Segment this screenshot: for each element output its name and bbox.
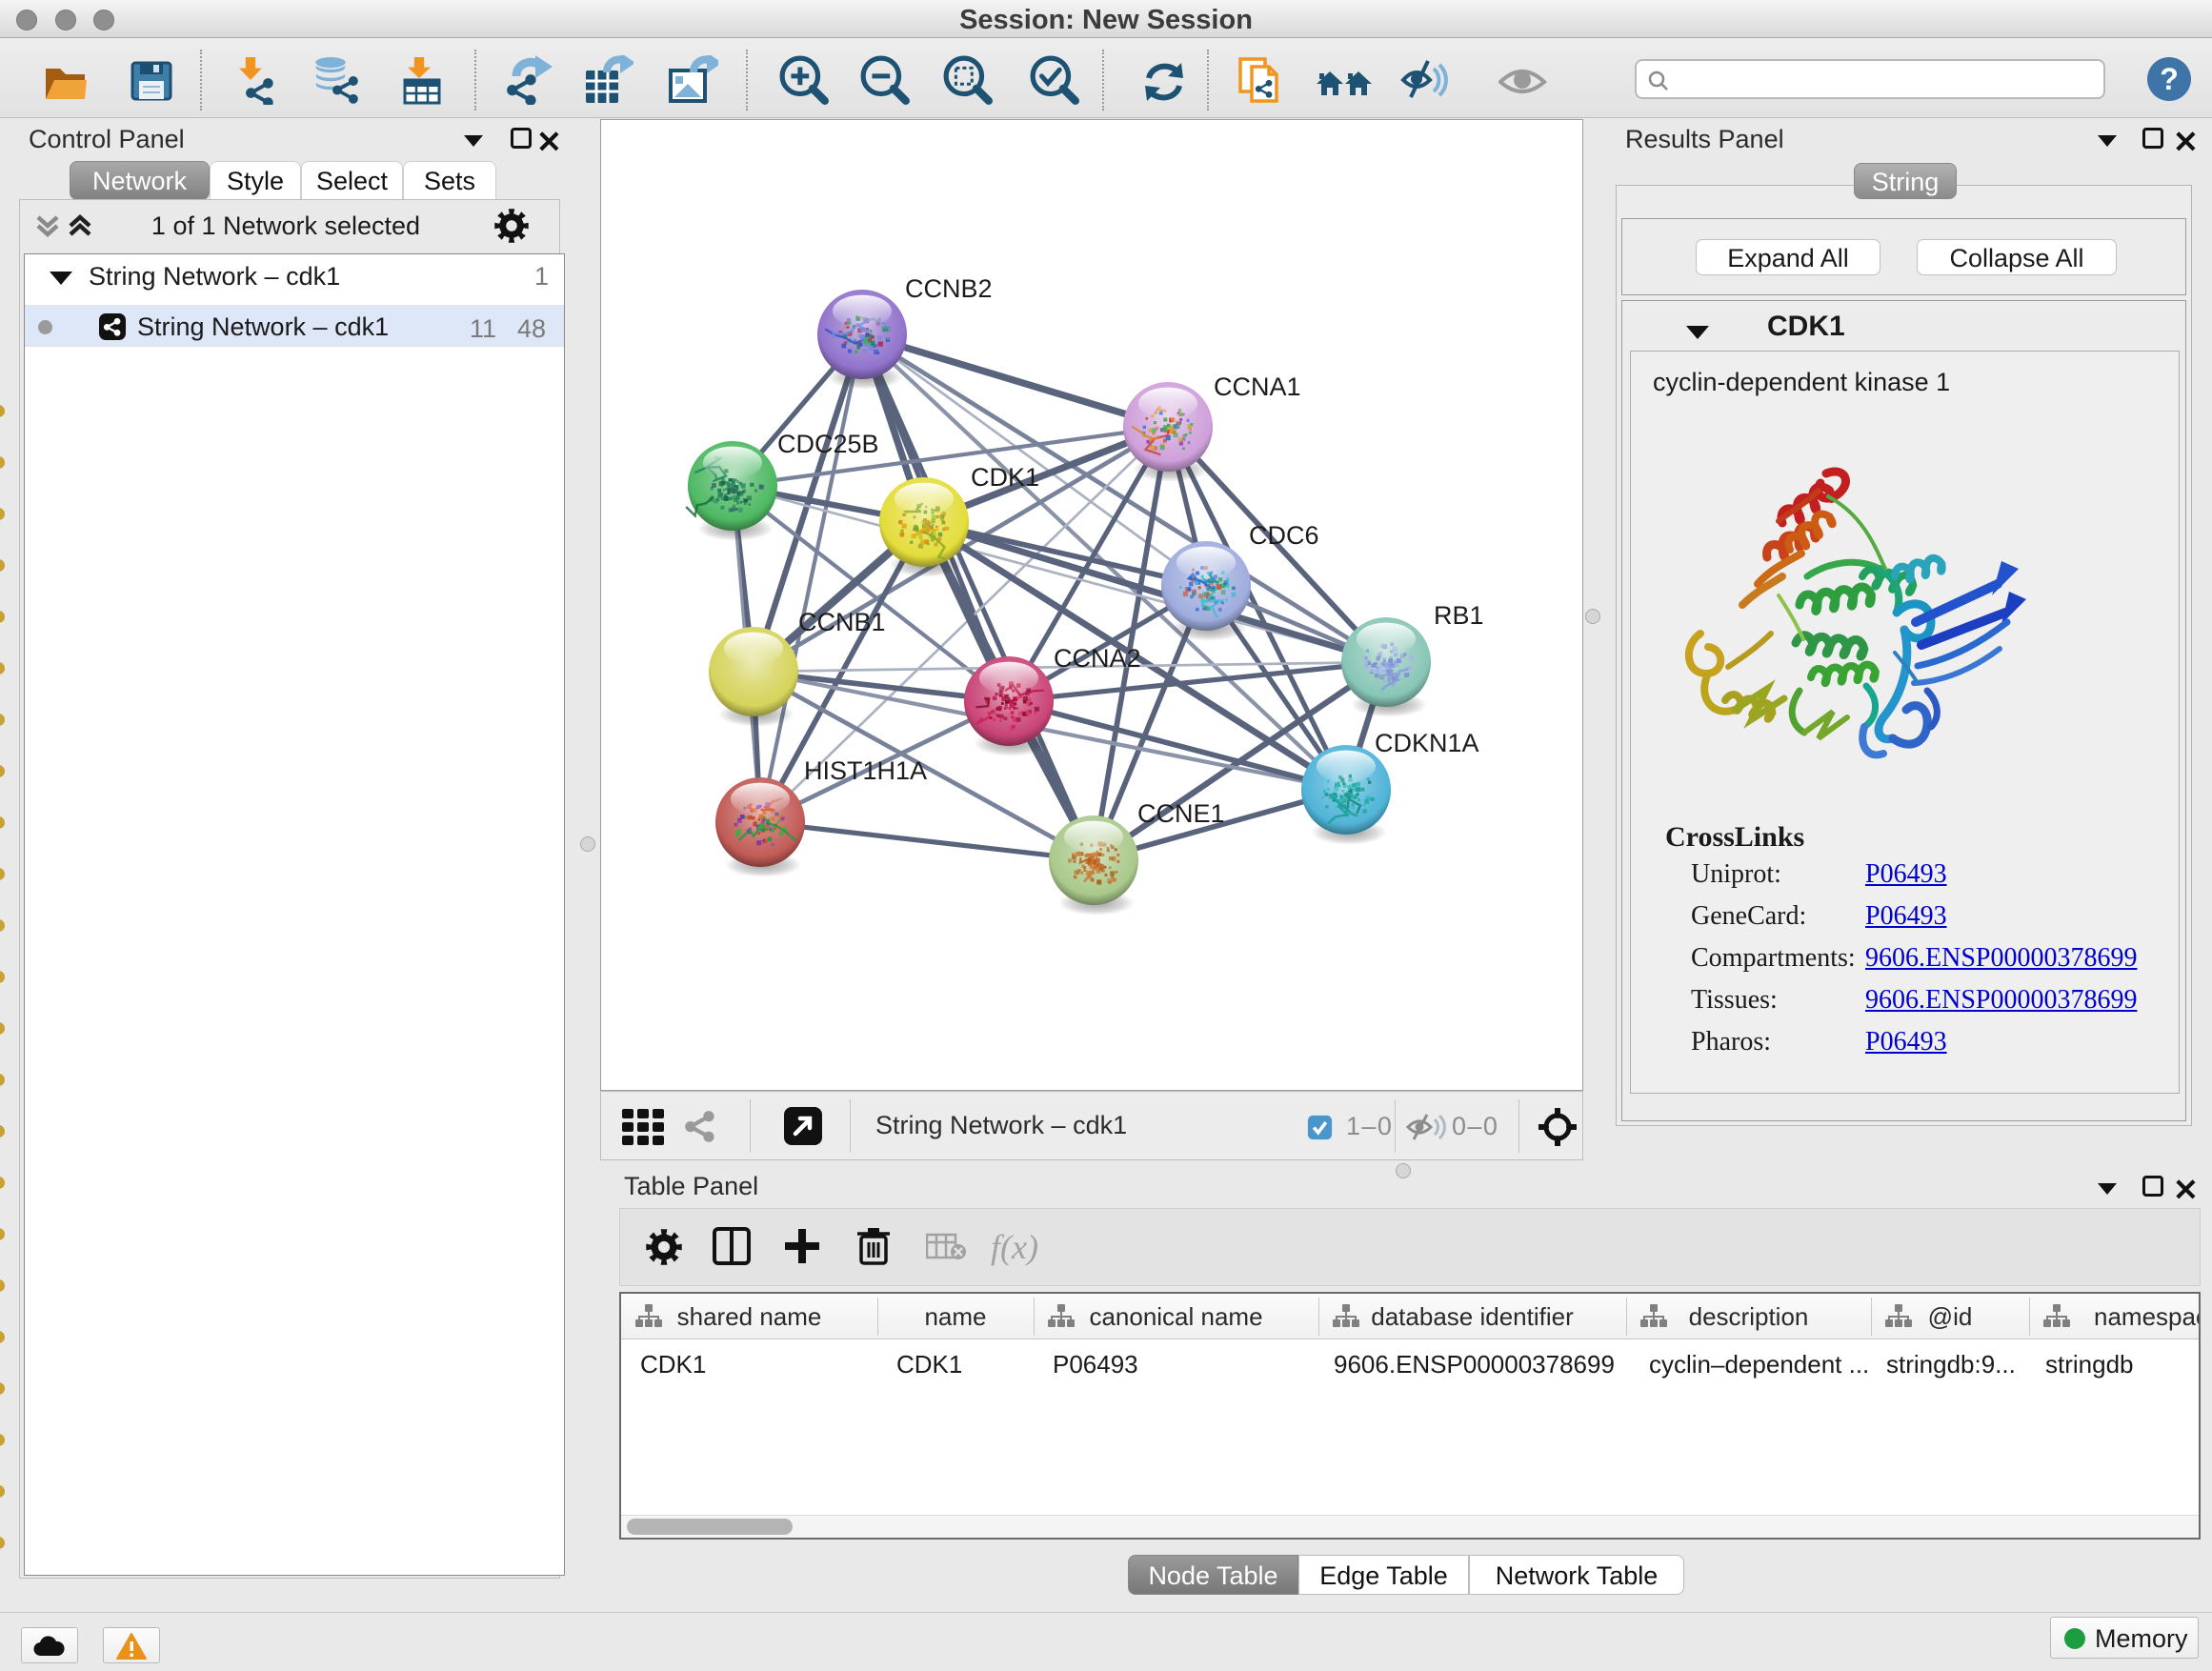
svg-text:CDC6: CDC6 — [1249, 521, 1319, 550]
svg-text:CCNB1: CCNB1 — [798, 608, 886, 636]
svg-text:CDK1: CDK1 — [971, 463, 1039, 492]
svg-text:RB1: RB1 — [1434, 601, 1484, 630]
svg-text:CCNB2: CCNB2 — [905, 274, 993, 303]
svg-text:CCNA1: CCNA1 — [1214, 372, 1301, 401]
svg-text:CCNA2: CCNA2 — [1054, 644, 1141, 673]
svg-text:CCNE1: CCNE1 — [1137, 799, 1225, 828]
svg-text:CDC25B: CDC25B — [777, 430, 879, 458]
svg-text:CDKN1A: CDKN1A — [1375, 729, 1479, 757]
svg-text:HIST1H1A: HIST1H1A — [804, 756, 927, 785]
